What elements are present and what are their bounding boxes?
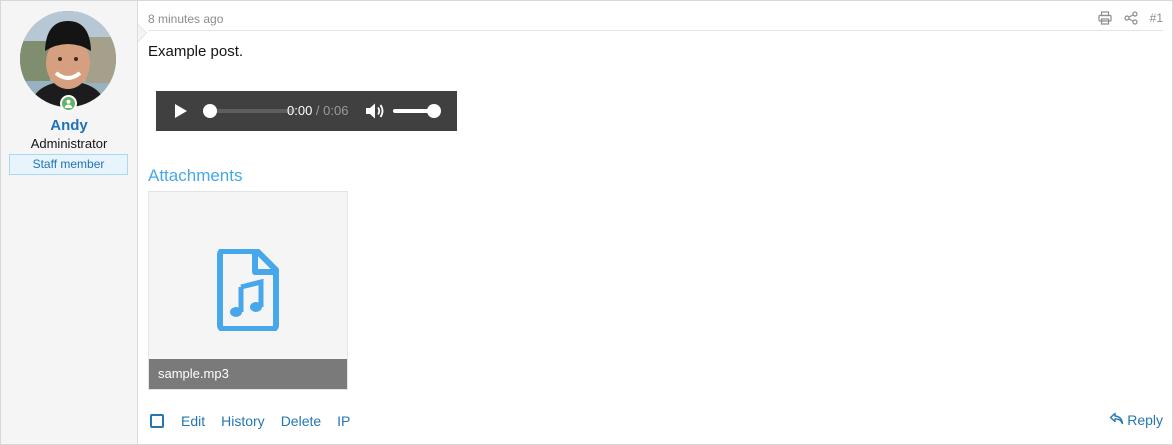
user-info-panel: Andy Administrator Staff member (1, 1, 147, 444)
duration: 0:06 (323, 103, 349, 118)
post-number-link[interactable]: #1 (1150, 11, 1163, 25)
audio-player: 0:00 / 0:06 (156, 91, 457, 131)
post-attribution-icons: #1 (1098, 11, 1163, 25)
print-icon[interactable] (1098, 11, 1112, 25)
post-time[interactable]: 8 minutes ago (148, 12, 223, 26)
seek-bar[interactable] (206, 109, 295, 113)
reply-button[interactable]: Reply (1109, 412, 1163, 428)
current-time: 0:00 (287, 103, 313, 118)
user-title: Administrator (30, 136, 108, 151)
file-audio-icon (217, 248, 279, 336)
attachment-filename: sample.mp3 (149, 359, 347, 389)
attachment-item[interactable]: sample.mp3 (148, 191, 348, 390)
share-icon[interactable] (1124, 11, 1138, 25)
username-link[interactable]: Andy (1, 117, 137, 134)
select-post-checkbox[interactable] (150, 414, 164, 428)
reply-icon (1109, 412, 1124, 428)
post-footer: Edit History Delete IP Reply (148, 411, 1163, 433)
staff-badge: Staff member (9, 154, 128, 175)
delete-link[interactable]: Delete (281, 413, 321, 429)
attachments-heading-text: Attachments (148, 166, 243, 185)
play-icon[interactable] (174, 103, 188, 124)
audio-time: 0:00 / 0:06 (287, 103, 348, 118)
volume-handle[interactable] (427, 104, 441, 118)
post-actions: Edit History Delete IP (181, 413, 350, 429)
message-post: Andy Administrator Staff member 8 minute… (0, 0, 1173, 445)
ip-link[interactable]: IP (337, 413, 350, 429)
edit-link[interactable]: Edit (181, 413, 205, 429)
online-status-icon (60, 95, 77, 112)
seek-handle[interactable] (203, 104, 217, 118)
post-message: Example post. (148, 43, 244, 60)
reply-label: Reply (1127, 412, 1163, 428)
post-attribution: 8 minutes ago #1 (148, 9, 1163, 31)
avatar[interactable] (20, 11, 116, 107)
volume-icon[interactable] (365, 102, 385, 125)
post-main: 8 minutes ago #1 Example post. 0:00 / 0:… (139, 1, 1172, 444)
time-separator: / (312, 103, 324, 118)
history-link[interactable]: History (221, 413, 265, 429)
attachments-heading: Attachments (148, 166, 243, 186)
